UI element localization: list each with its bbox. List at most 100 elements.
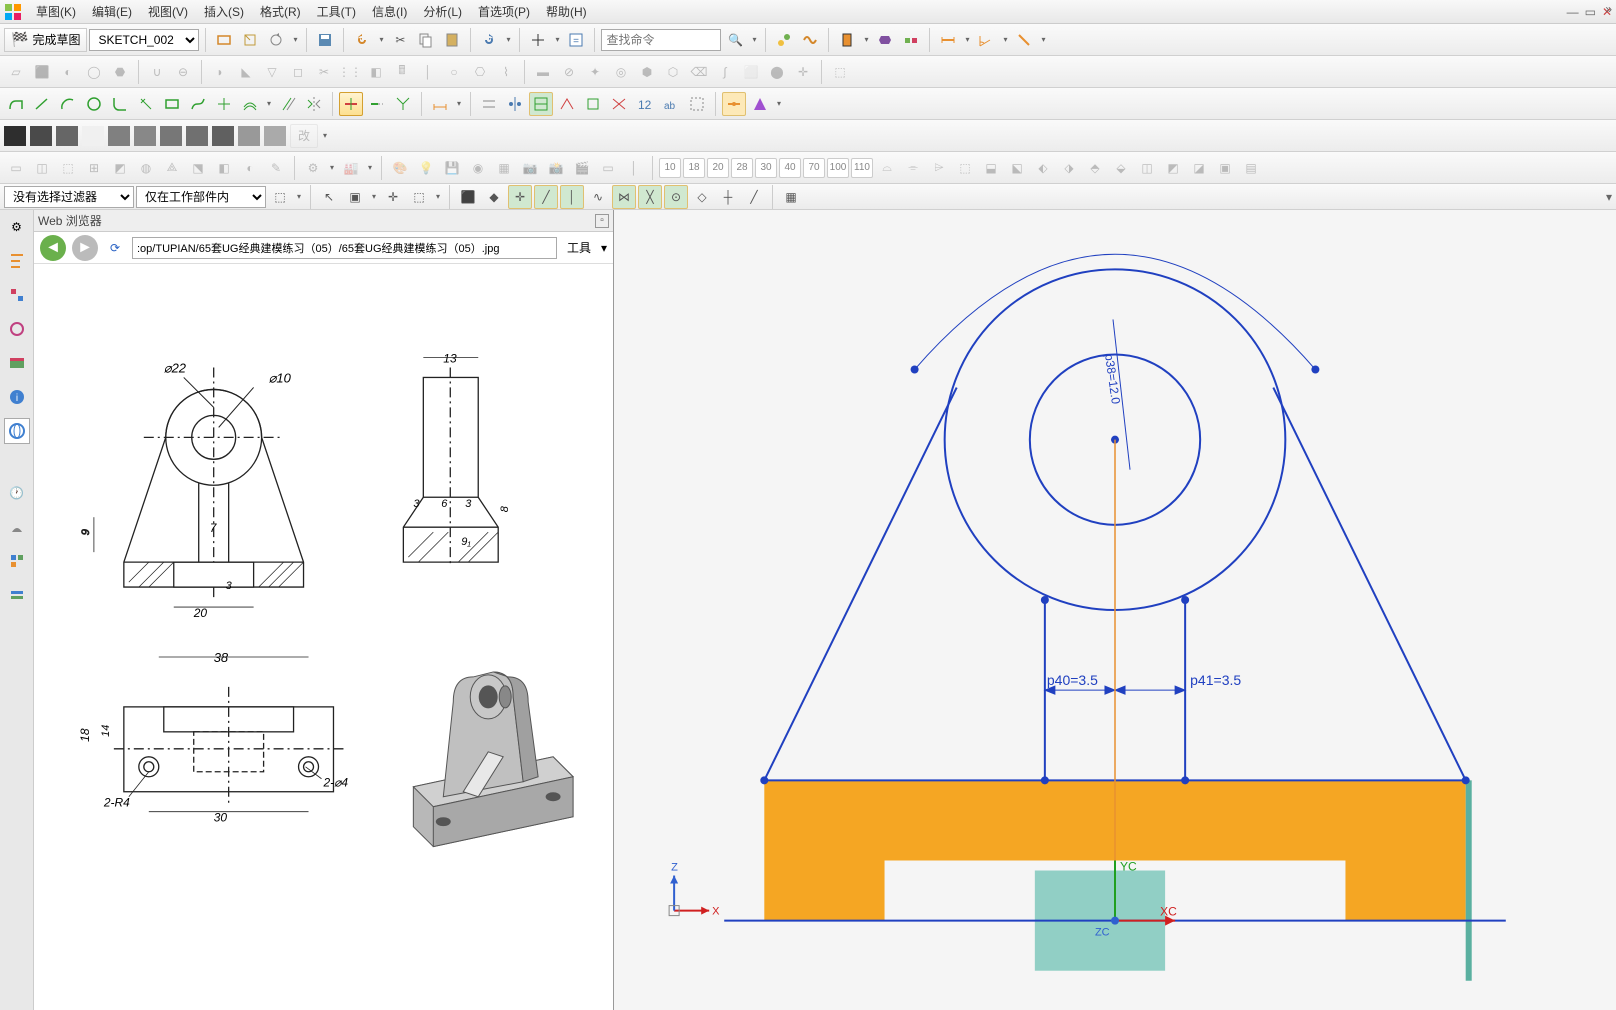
- resource-hd3d[interactable]: i: [4, 384, 30, 410]
- dropdown-icon[interactable]: ▾: [290, 35, 300, 44]
- menu-format[interactable]: 格式(R): [252, 1, 309, 22]
- finish-sketch-button[interactable]: 🏁 完成草图: [4, 28, 87, 52]
- num-18[interactable]: 18: [683, 158, 705, 178]
- menu-analyze[interactable]: 分析(L): [415, 1, 470, 22]
- color-swatch-6[interactable]: [160, 126, 182, 146]
- make-corner-button[interactable]: [391, 92, 415, 116]
- resource-settings[interactable]: ⚙: [4, 214, 30, 240]
- undo-button[interactable]: [350, 28, 374, 52]
- snap-1[interactable]: ⬛: [456, 185, 480, 209]
- measure-dist-button[interactable]: [936, 28, 960, 52]
- color-swatch-1[interactable]: [30, 126, 52, 146]
- num-70[interactable]: 70: [803, 158, 825, 178]
- assembly-button[interactable]: [772, 28, 796, 52]
- color-swatch-0[interactable]: [4, 126, 26, 146]
- color-swatch-8[interactable]: [212, 126, 234, 146]
- simple-dist-button[interactable]: [1012, 28, 1036, 52]
- num-40[interactable]: 40: [779, 158, 801, 178]
- browser-refresh-button[interactable]: ⟳: [104, 237, 126, 259]
- browser-url-input[interactable]: [132, 237, 557, 259]
- offset-curve-button[interactable]: [238, 92, 262, 116]
- point-button[interactable]: [212, 92, 236, 116]
- convert-ref-button[interactable]: [685, 92, 709, 116]
- scope-select[interactable]: 仅在工作部件内: [136, 186, 266, 208]
- color-swatch-3[interactable]: [82, 126, 104, 146]
- color-swatch-9[interactable]: [238, 126, 260, 146]
- filter-3[interactable]: ▣: [343, 185, 367, 209]
- grid-button[interactable]: ▦: [779, 185, 803, 209]
- browser-back-button[interactable]: ◄: [40, 235, 66, 261]
- resource-roles-2[interactable]: [4, 582, 30, 608]
- filter-5[interactable]: ⬚: [407, 185, 431, 209]
- point-tool[interactable]: [526, 28, 550, 52]
- cut-button[interactable]: ✂: [388, 28, 412, 52]
- num-100[interactable]: 100: [827, 158, 849, 178]
- save-button[interactable]: [313, 28, 337, 52]
- resource-part-nav[interactable]: [4, 248, 30, 274]
- snap-9[interactable]: ⊙: [664, 185, 688, 209]
- assy-constraint-button[interactable]: [899, 28, 923, 52]
- minimize-icon[interactable]: —: [1567, 5, 1579, 19]
- constraint-nav-button[interactable]: [835, 28, 859, 52]
- show-constraints-button[interactable]: [529, 92, 553, 116]
- studio-spline-button[interactable]: [186, 92, 210, 116]
- snap-4[interactable]: ╱: [534, 185, 558, 209]
- orient-view-button[interactable]: [212, 28, 236, 52]
- continuous-auto-dim-button[interactable]: [722, 92, 746, 116]
- auto-dim-button[interactable]: [581, 92, 605, 116]
- menu-sketch[interactable]: 草图(K): [28, 1, 84, 22]
- resource-history[interactable]: 🕐: [4, 480, 30, 506]
- wave-button[interactable]: [798, 28, 822, 52]
- color-swatch-2[interactable]: [56, 126, 78, 146]
- menu-prefs[interactable]: 首选项(P): [470, 1, 538, 22]
- num-30[interactable]: 30: [755, 158, 777, 178]
- resource-constraint-nav[interactable]: [4, 316, 30, 342]
- filter-1[interactable]: ⬚: [268, 185, 292, 209]
- snap-7[interactable]: ⋈: [612, 185, 636, 209]
- profile-button[interactable]: [4, 92, 28, 116]
- snap-11[interactable]: ┼: [716, 185, 740, 209]
- panel-close-icon[interactable]: ▫: [595, 214, 609, 228]
- resource-reuse[interactable]: [4, 350, 30, 376]
- browser-forward-button[interactable]: ►: [72, 235, 98, 261]
- snap-3[interactable]: ✛: [508, 185, 532, 209]
- menu-edit[interactable]: 编辑(E): [84, 1, 140, 22]
- inferred-dim-button[interactable]: [428, 92, 452, 116]
- quick-trim-button[interactable]: [339, 92, 363, 116]
- maximize-icon[interactable]: ▭: [1585, 5, 1596, 19]
- menu-view[interactable]: 视图(V): [140, 1, 196, 22]
- move-comp-button[interactable]: [873, 28, 897, 52]
- mirror-curve-button[interactable]: [302, 92, 326, 116]
- sketch-name-select[interactable]: SKETCH_002: [89, 29, 199, 51]
- geom-constraint-button[interactable]: [477, 92, 501, 116]
- snap-12[interactable]: ╱: [742, 185, 766, 209]
- fillet-button[interactable]: [108, 92, 132, 116]
- num-28[interactable]: 28: [731, 158, 753, 178]
- search-icon[interactable]: 🔍: [723, 28, 747, 52]
- filter-4[interactable]: ✛: [381, 185, 405, 209]
- expression-button[interactable]: =: [564, 28, 588, 52]
- graphics-viewport[interactable]: p40=3.5 p41=3.5 p38=12.0 XC YC ZC X Z: [614, 210, 1616, 1010]
- quick-extend-button[interactable]: [365, 92, 389, 116]
- menu-info[interactable]: 信息(I): [364, 1, 415, 22]
- measure-angle-button[interactable]: [974, 28, 998, 52]
- color-swatch-4[interactable]: [108, 126, 130, 146]
- color-swatch-10[interactable]: [264, 126, 286, 146]
- snap-8[interactable]: ╳: [638, 185, 662, 209]
- menu-help[interactable]: 帮助(H): [538, 1, 595, 22]
- copy-button[interactable]: [414, 28, 438, 52]
- resource-web-browser[interactable]: [4, 418, 30, 444]
- paste-button[interactable]: [440, 28, 464, 52]
- rectangle-button[interactable]: [160, 92, 184, 116]
- update-model-button[interactable]: [264, 28, 288, 52]
- resource-roles-1[interactable]: [4, 548, 30, 574]
- redo-dropdown[interactable]: ▾: [503, 35, 513, 44]
- snap-2[interactable]: ◆: [482, 185, 506, 209]
- make-symmetric-button[interactable]: [503, 92, 527, 116]
- resource-system[interactable]: [4, 514, 30, 540]
- redo-button[interactable]: [477, 28, 501, 52]
- snap-5[interactable]: │: [560, 185, 584, 209]
- derived-line-button[interactable]: [134, 92, 158, 116]
- filter-overflow[interactable]: ▾: [1606, 190, 1612, 204]
- selection-filter-select[interactable]: 没有选择过滤器: [4, 186, 134, 208]
